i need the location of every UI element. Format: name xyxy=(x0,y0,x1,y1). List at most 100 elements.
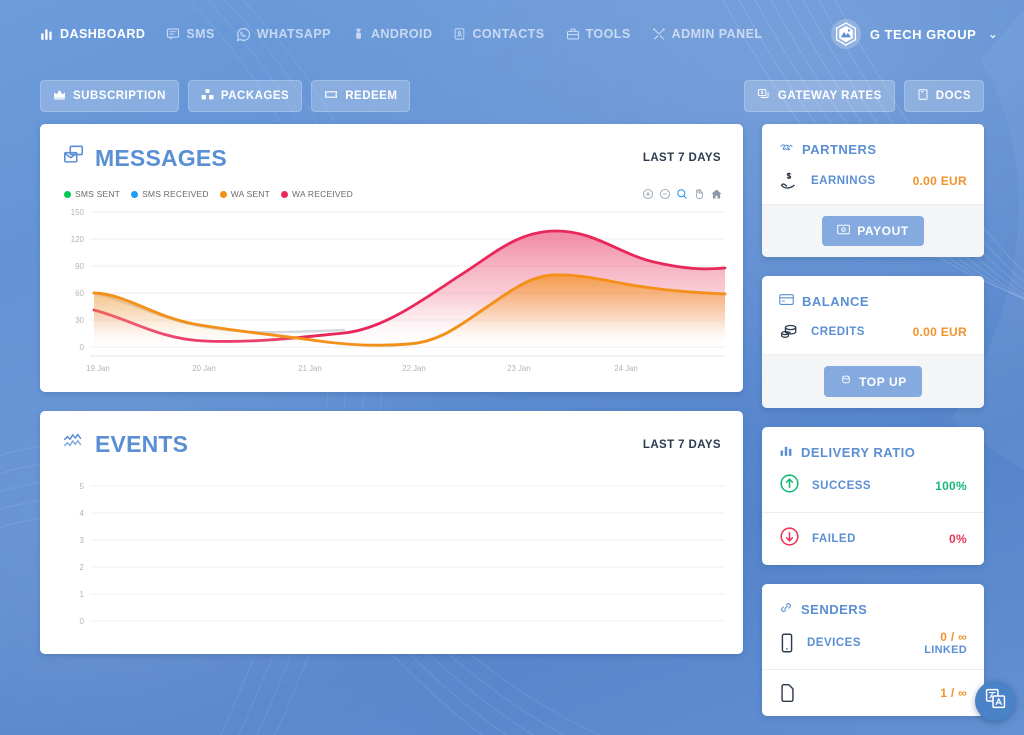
partners-footer: PAYOUT xyxy=(762,204,984,257)
main-content: MESSAGES LAST 7 DAYS SMS SENT SMS RECEIV… xyxy=(0,124,1024,735)
svg-text:21 Jan: 21 Jan xyxy=(298,364,321,373)
chart-legend: SMS SENT SMS RECEIVED WA SENT WA RE xyxy=(64,189,353,199)
payout-button[interactable]: PAYOUT xyxy=(822,216,924,246)
balance-panel: BALANCE CREDITS 0.00 EUR TOP UP xyxy=(762,276,984,408)
button-label: PACKAGES xyxy=(221,90,289,102)
legend-swatch xyxy=(220,191,227,198)
mountain-logo-icon xyxy=(831,19,861,49)
nav-item-admin-panel[interactable]: ADMIN PANEL xyxy=(652,27,763,41)
nav-item-dashboard[interactable]: DASHBOARD xyxy=(40,27,145,41)
nav-item-android[interactable]: ANDROID xyxy=(352,27,432,41)
hand-holding-dollar-icon xyxy=(779,171,799,191)
balance-footer: TOP UP xyxy=(762,354,984,408)
svg-text:20 Jan: 20 Jan xyxy=(192,364,215,373)
nav-label: SMS xyxy=(186,27,214,41)
row-value-main: 1 / ∞ xyxy=(940,686,967,700)
subscription-button[interactable]: SUBSCRIPTION xyxy=(40,80,179,112)
coins-icon xyxy=(779,322,799,341)
svg-text:1: 1 xyxy=(80,590,85,599)
row-label: CREDITS xyxy=(811,326,865,338)
row-label: EARNINGS xyxy=(811,175,876,187)
svg-text:30: 30 xyxy=(75,316,84,325)
arrow-down-circle-icon xyxy=(779,526,800,552)
messages-plot: 150 120 90 60 30 0 xyxy=(54,204,729,382)
top-up-button[interactable]: TOP UP xyxy=(824,366,922,397)
comments-dollar-icon xyxy=(757,88,771,104)
partners-header: PARTNERS xyxy=(762,124,984,158)
chart-bar-icon xyxy=(40,27,54,41)
chart-toolbar-row: SMS SENT SMS RECEIVED WA SENT WA RE xyxy=(54,188,729,204)
nav-item-sms[interactable]: SMS xyxy=(166,27,214,41)
envelopes-icon xyxy=(62,144,85,172)
nav-item-tools[interactable]: TOOLS xyxy=(566,27,631,41)
senders-panel: SENDERS DEVICES 0 / ∞ LINKED 1 / ∞ xyxy=(762,584,984,716)
button-label: DOCS xyxy=(936,90,971,102)
sim-card-icon xyxy=(779,683,796,703)
svg-text:19 Jan: 19 Jan xyxy=(86,364,109,373)
messages-card-header: MESSAGES LAST 7 DAYS xyxy=(40,124,743,182)
legend-label: WA RECEIVED xyxy=(292,189,353,199)
svg-text:120: 120 xyxy=(71,235,85,244)
action-bar-right: GATEWAY RATES DOCS xyxy=(744,80,984,112)
messages-chart: SMS SENT SMS RECEIVED WA SENT WA RE xyxy=(40,182,743,392)
row-value-sub: LINKED xyxy=(924,644,967,656)
svg-text:90: 90 xyxy=(75,262,84,271)
docs-button[interactable]: DOCS xyxy=(904,80,984,112)
credit-card-icon xyxy=(779,293,794,309)
svg-text:2: 2 xyxy=(80,563,85,572)
legend-item-sms-sent[interactable]: SMS SENT xyxy=(64,189,120,199)
zoom-out-icon[interactable] xyxy=(659,188,671,200)
redeem-button[interactable]: REDEEM xyxy=(311,80,410,112)
events-line-chart: 5 4 3 2 1 0 xyxy=(54,474,729,644)
book-icon xyxy=(917,88,929,104)
address-book-icon xyxy=(453,27,466,41)
events-card-header: EVENTS LAST 7 DAYS xyxy=(40,411,743,468)
nav-item-contacts[interactable]: CONTACTS xyxy=(453,27,544,41)
balance-header: BALANCE xyxy=(762,276,984,309)
translate-button[interactable] xyxy=(975,681,1015,721)
legend-swatch xyxy=(64,191,71,198)
nav-item-whatsapp[interactable]: WHATSAPP xyxy=(236,27,331,42)
messages-title: MESSAGES xyxy=(62,144,227,172)
svg-text:0: 0 xyxy=(80,617,85,626)
legend-swatch xyxy=(281,191,288,198)
legend-item-sms-received[interactable]: SMS RECEIVED xyxy=(131,189,209,199)
gateway-rates-button[interactable]: GATEWAY RATES xyxy=(744,80,895,112)
chart-bar-icon xyxy=(779,444,793,460)
handshake-icon xyxy=(779,141,794,158)
arrow-up-circle-icon xyxy=(779,473,800,499)
chevron-down-icon[interactable]: ⌄ xyxy=(988,28,998,41)
top-navigation: DASHBOARD SMS WHATSAPP ANDROID CONTACTS xyxy=(0,0,1024,68)
panning-icon[interactable] xyxy=(693,188,705,200)
reset-zoom-icon[interactable] xyxy=(710,188,723,200)
svg-text:23 Jan: 23 Jan xyxy=(507,364,530,373)
row-value: 0 / ∞ LINKED xyxy=(924,630,967,656)
button-label: TOP UP xyxy=(859,375,907,389)
legend-label: SMS SENT xyxy=(75,189,120,199)
ticket-icon xyxy=(324,88,338,104)
nav-label: WHATSAPP xyxy=(257,27,331,41)
wave-chart-icon xyxy=(62,431,85,458)
events-card: EVENTS LAST 7 DAYS xyxy=(40,411,743,654)
panel-title: BALANCE xyxy=(802,294,869,309)
brand-menu[interactable]: G TECH GROUP ⌄ xyxy=(831,19,998,49)
row-label: DEVICES xyxy=(807,637,861,649)
events-title: EVENTS xyxy=(62,431,188,458)
senders-header: SENDERS xyxy=(762,584,984,617)
card-title-text: EVENTS xyxy=(95,431,188,458)
legend-item-wa-received[interactable]: WA RECEIVED xyxy=(281,189,353,199)
delivery-ratio-header: DELIVERY RATIO xyxy=(762,427,984,460)
row-value-main: 0 / ∞ xyxy=(940,630,967,644)
zoom-in-icon[interactable] xyxy=(642,188,654,200)
button-label: REDEEM xyxy=(345,90,397,102)
nav-label: ANDROID xyxy=(371,27,432,41)
action-bar: SUBSCRIPTION PACKAGES REDEEM GATEWAY RAT… xyxy=(0,68,1024,124)
legend-item-wa-sent[interactable]: WA SENT xyxy=(220,189,270,199)
selection-zoom-icon[interactable] xyxy=(676,188,688,200)
senders-devices-row: DEVICES 0 / ∞ LINKED xyxy=(762,617,984,669)
brand-name: G TECH GROUP xyxy=(870,27,976,42)
button-label: GATEWAY RATES xyxy=(778,90,882,102)
packages-button[interactable]: PACKAGES xyxy=(188,80,302,112)
android-icon xyxy=(352,27,365,41)
nav-links: DASHBOARD SMS WHATSAPP ANDROID CONTACTS xyxy=(40,27,762,42)
